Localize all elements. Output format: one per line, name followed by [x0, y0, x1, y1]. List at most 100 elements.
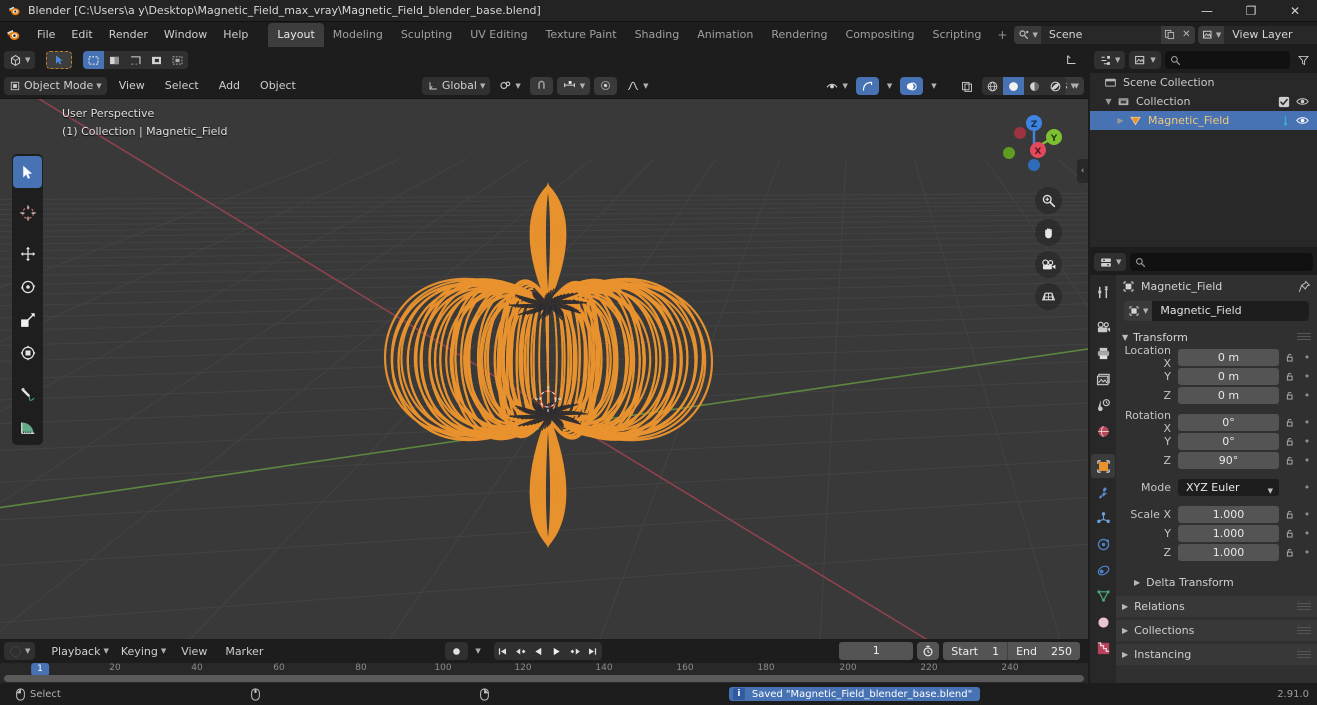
viewport-sidebar-toggle[interactable]: ‹ — [1077, 159, 1088, 183]
field-value[interactable]: 90° — [1178, 451, 1279, 469]
properties-tab-world[interactable] — [1091, 419, 1115, 443]
transform-tool[interactable] — [13, 337, 42, 369]
overlays-toggle[interactable] — [900, 77, 924, 95]
menu-render[interactable]: Render — [101, 25, 156, 44]
minimize-button[interactable]: — — [1185, 0, 1229, 22]
select-subtract-icon[interactable] — [146, 51, 167, 69]
next-keyframe-button[interactable] — [566, 642, 584, 660]
field-rotation-y[interactable]: Y 0° • — [1116, 432, 1313, 450]
animate-property-dot[interactable]: • — [1301, 416, 1313, 429]
panel-relations[interactable]: ▶ Relations — [1116, 596, 1317, 617]
menu-file[interactable]: File — [29, 25, 63, 44]
select-box-icon[interactable] — [83, 51, 105, 69]
timeline-menu-keying[interactable]: Keying ▼ — [116, 642, 171, 660]
outliner-row-scene-collection[interactable]: Scene Collection — [1090, 73, 1317, 92]
timeline-menu-marker[interactable]: Marker — [217, 642, 271, 661]
timeline-editor-type-selector[interactable]: ▼ — [4, 642, 36, 660]
snap-target-selector[interactable]: ▼ — [494, 77, 525, 95]
panel-instancing[interactable]: ▶ Instancing — [1116, 644, 1317, 665]
view-layer-name[interactable]: View Layer — [1224, 25, 1317, 44]
viewport-navigation-gizmo[interactable]: Z Y X — [996, 107, 1072, 183]
collection-checkbox[interactable] — [1278, 96, 1290, 108]
blender-menu-icon[interactable] — [6, 27, 21, 42]
panel-collections[interactable]: ▶ Collections — [1116, 620, 1317, 641]
object-name-field[interactable]: Magnetic_Field — [1152, 301, 1309, 321]
properties-tab-texture[interactable] — [1091, 636, 1115, 660]
rotation-mode-dropdown[interactable]: XYZ Euler ▼ — [1178, 478, 1279, 496]
play-reverse-button[interactable] — [530, 642, 548, 660]
animate-property-dot[interactable]: • — [1301, 527, 1313, 540]
shading-options[interactable]: ▼ — [1069, 77, 1084, 95]
lock-icon[interactable] — [1283, 547, 1297, 558]
scene-icon[interactable]: ▼ — [1014, 25, 1041, 44]
menu-help[interactable]: Help — [215, 25, 256, 44]
viewport-menu-select[interactable]: Select — [157, 76, 207, 95]
properties-tab-constraints[interactable] — [1091, 558, 1115, 582]
toggle-perspective-icon[interactable] — [1035, 283, 1062, 310]
animate-property-dot[interactable]: • — [1301, 546, 1313, 559]
scale-tool[interactable] — [13, 304, 42, 336]
tab-animation[interactable]: Animation — [688, 23, 762, 47]
field-scale-x[interactable]: Scale X 1.000 • — [1116, 505, 1313, 523]
outliner-row-magnetic-field[interactable]: ▶ Magnetic_Field — [1090, 111, 1317, 130]
panel-delta-transform[interactable]: ▶ Delta Transform — [1116, 572, 1317, 593]
animate-property-dot[interactable]: • — [1301, 454, 1313, 467]
current-frame-field[interactable]: 1 — [839, 642, 914, 660]
transform-orientation-selector[interactable]: Global ▼ — [421, 76, 491, 95]
shading-material-preview-icon[interactable] — [1024, 77, 1045, 95]
interaction-mode-selector[interactable]: Object Mode ▼ — [4, 76, 107, 95]
lock-icon[interactable] — [1283, 509, 1297, 520]
use-preview-range-toggle[interactable] — [917, 642, 940, 660]
shading-wireframe-icon[interactable] — [982, 77, 1003, 95]
cursor-tool[interactable] — [13, 197, 42, 229]
start-frame-field[interactable]: Start 1 — [943, 642, 1007, 660]
properties-tab-render[interactable] — [1091, 315, 1115, 339]
field-value[interactable]: 1.000 — [1178, 524, 1279, 542]
disclosure-triangle-icon[interactable]: ▼ — [1102, 97, 1115, 106]
unlink-scene-button[interactable]: ✕ — [1177, 25, 1195, 44]
lock-icon[interactable] — [1283, 528, 1297, 539]
animate-property-dot[interactable]: • — [1301, 370, 1313, 383]
field-scale-z[interactable]: Z 1.000 • — [1116, 543, 1313, 561]
jump-start-button[interactable] — [494, 642, 512, 660]
field-value[interactable]: 0° — [1178, 413, 1279, 431]
xray-toggle[interactable] — [955, 77, 979, 95]
field-value[interactable]: 0 m — [1178, 386, 1279, 404]
properties-search-input[interactable] — [1130, 253, 1313, 271]
field-value[interactable]: 0 m — [1178, 348, 1279, 366]
prev-keyframe-button[interactable] — [512, 642, 530, 660]
snap-settings[interactable]: ▼ — [556, 76, 591, 95]
shading-solid-icon[interactable] — [1002, 77, 1024, 95]
properties-tab-tool[interactable] — [1091, 280, 1115, 304]
auto-keying-toggle[interactable] — [445, 642, 469, 660]
tab-sculpting[interactable]: Sculpting — [392, 23, 461, 47]
zoom-icon[interactable] — [1035, 187, 1062, 214]
shading-rendered-icon[interactable] — [1045, 77, 1066, 95]
lock-icon[interactable] — [1283, 352, 1297, 363]
properties-tab-particles[interactable] — [1091, 506, 1115, 530]
properties-tab-physics[interactable] — [1091, 532, 1115, 556]
field-value[interactable]: 1.000 — [1178, 543, 1279, 561]
animate-property-dot[interactable]: • — [1301, 351, 1313, 364]
field-location-z[interactable]: Z 0 m • — [1116, 386, 1313, 404]
lock-icon[interactable] — [1283, 390, 1297, 401]
outliner-display-mode-selector[interactable]: ▼ — [1094, 51, 1126, 69]
tab-layout[interactable]: Layout — [268, 22, 324, 47]
menu-window[interactable]: Window — [156, 25, 215, 44]
editor-type-selector[interactable]: ▼ — [4, 51, 36, 69]
object-visibility-eye-icon[interactable] — [1296, 115, 1309, 126]
properties-tab-object-data[interactable] — [1091, 584, 1115, 608]
animate-property-dot[interactable]: • — [1301, 508, 1313, 521]
outliner-row-collection[interactable]: ▼ Collection — [1090, 92, 1317, 111]
object-visibility-selector[interactable]: ▼ — [820, 77, 852, 95]
gizmo-options[interactable]: ▼ — [882, 77, 897, 95]
jump-end-button[interactable] — [584, 642, 602, 660]
select-extend-icon[interactable] — [125, 51, 146, 69]
properties-tab-view-layer[interactable] — [1091, 367, 1115, 391]
maximize-button[interactable]: ❐ — [1229, 0, 1273, 22]
view-layer-selector[interactable]: ▼ View Layer ✕ — [1197, 25, 1317, 44]
field-rotation-z[interactable]: Z 90° • — [1116, 451, 1313, 469]
close-button[interactable]: ✕ — [1273, 0, 1317, 22]
new-scene-button[interactable] — [1160, 25, 1178, 44]
object-id-type-icon[interactable]: ▼ — [1124, 301, 1153, 321]
